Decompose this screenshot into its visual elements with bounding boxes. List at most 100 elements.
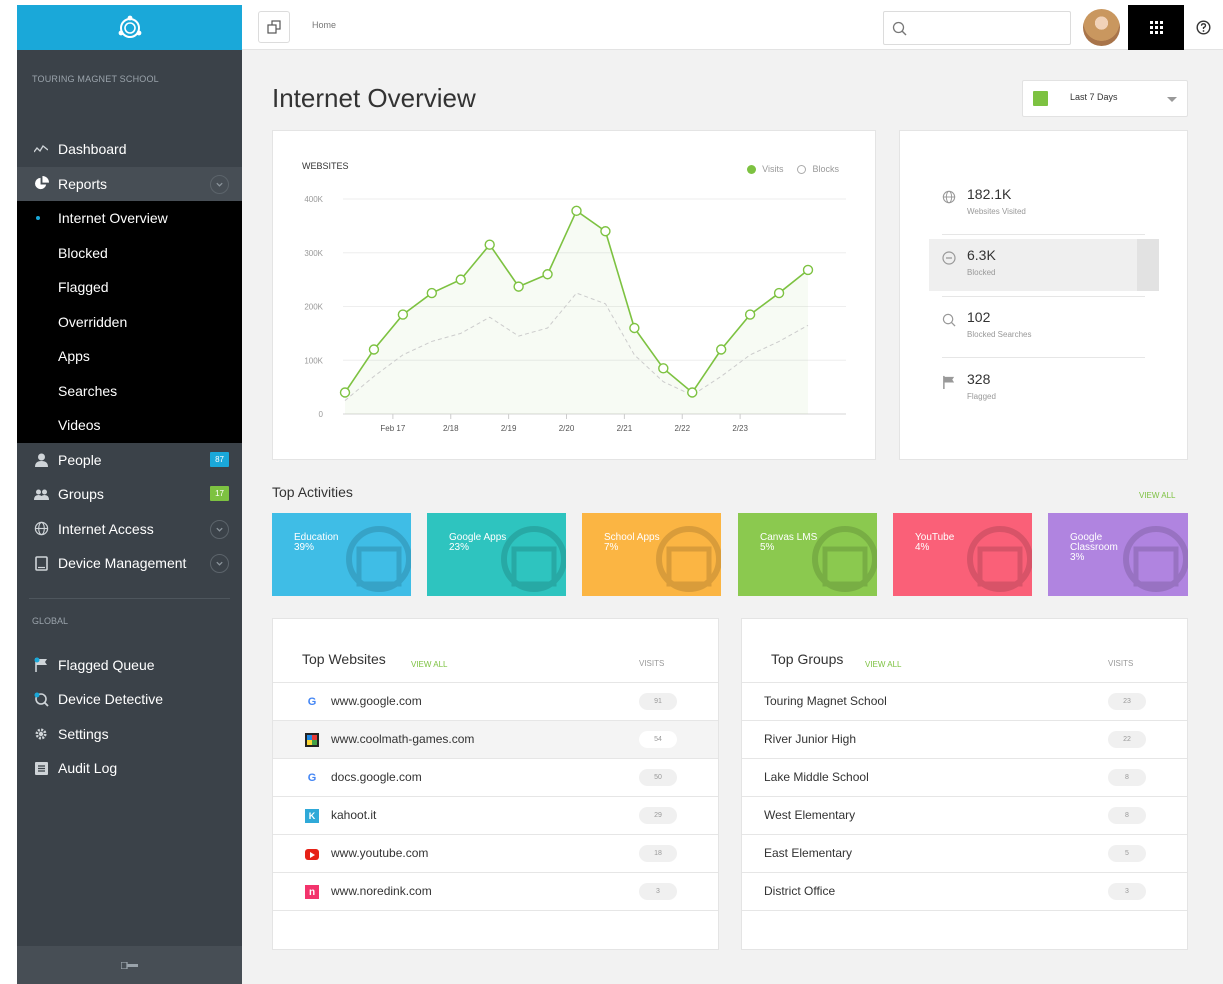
x-tick-label: Feb 17 [380,424,405,433]
table-row[interactable]: n www.noredink.com 3 [273,872,718,910]
sidebar-item-label: Device Detective [58,691,164,708]
sidebar-item-apps[interactable]: Apps [17,339,242,374]
visits-count: 50 [639,769,677,786]
chevron-down-icon[interactable] [210,554,229,573]
global-section-label: GLOBAL [32,615,69,626]
search-input[interactable] [883,11,1071,45]
sidebar-item-overridden[interactable]: Overridden [17,305,242,340]
visits-count: 8 [1108,807,1146,824]
table-row[interactable]: West Elementary 8 [742,796,1187,834]
apps-menu-button[interactable] [1128,5,1184,50]
table-row[interactable]: www.coolmath-games.com 54 [273,720,718,758]
groups-view-all-link[interactable]: VIEW ALL [865,660,901,669]
visits-point [629,322,640,334]
visits-point [513,281,524,292]
table-row[interactable]: Kkahoot.it 29 [273,796,718,834]
activities-view-all-link[interactable]: VIEW ALL [1139,491,1175,500]
table-row[interactable]: Gwww.google.com 91 [273,682,718,720]
sidebar-item-label: Internet Access [58,520,154,537]
sidebar-item-audit-log[interactable]: Audit Log [17,751,242,786]
sidebar-item-people[interactable]: People 87 [17,443,242,478]
sidebar-item-label: Internet Overview [58,210,168,227]
sidebar-item-internet-access[interactable]: Internet Access [17,512,242,547]
kahoot-icon: K [305,809,319,823]
visits-point [715,344,727,355]
activity-tile[interactable]: School Apps 7% [582,513,721,596]
table-row[interactable]: Gdocs.google.com 50 [273,758,718,796]
activity-tile[interactable]: Google Apps 23% [427,513,566,596]
logo[interactable] [17,5,242,50]
top-bar: Home [242,5,1223,50]
activity-tile[interactable]: Canvas LMS 5% [738,513,877,596]
sidebar-item-groups[interactable]: Groups 17 [17,477,242,512]
y-tick-label: 0 [319,410,324,419]
stat-blocked[interactable]: 6.3K Blocked [942,247,1145,309]
x-tick-label: 2/18 [443,424,459,433]
list-end-divider [742,910,1187,911]
sidebar-item-internet-overview[interactable]: Internet Overview [17,201,242,236]
table-row[interactable]: River Junior High 22 [742,720,1187,758]
sidebar-item-dashboard[interactable]: Dashboard [17,132,242,167]
group-name: West Elementary [764,808,856,822]
activity-bg-icon [812,526,877,592]
stat-divider [942,234,1145,235]
stat-flagged[interactable]: 328 Flagged [942,371,1145,433]
help-icon [1196,20,1211,35]
activity-tile[interactable]: Google Classroom 3% [1048,513,1188,596]
list-end-divider [273,910,718,911]
table-row[interactable]: District Office 3 [742,872,1187,910]
globe-icon [32,520,50,538]
sidebar-item-device-detective[interactable]: Device Detective [17,682,242,717]
table-row[interactable]: Touring Magnet School 23 [742,682,1187,720]
sidebar-item-blocked[interactable]: Blocked [17,236,242,271]
table-row[interactable]: www.youtube.com 18 [273,834,718,872]
activity-tile[interactable]: YouTube 4% [893,513,1032,596]
toggle-windows-button[interactable] [258,11,290,43]
visits-count: 3 [1108,883,1146,900]
visits-column-header: VISITS [1108,659,1134,668]
chevron-down-icon[interactable] [210,174,229,194]
website-name: kahoot.it [331,808,377,822]
visits-count: 22 [1108,731,1146,748]
google-icon: G [307,772,317,784]
visits-point [368,344,380,355]
sidebar-item-settings[interactable]: Settings [17,717,242,752]
stat-websites-visited[interactable]: 182.1K Websites Visited [942,186,1145,248]
stat-value: 6.3K [967,247,996,263]
collapse-sidebar-button[interactable] [17,946,242,984]
sidebar-item-label: People [58,451,102,468]
help-button[interactable] [1184,5,1223,50]
google-icon: G [307,696,317,708]
sidebar-item-flagged[interactable]: Flagged [17,270,242,305]
visits-point [426,287,438,299]
stat-value: 182.1K [967,186,1012,202]
visits-count: 91 [639,693,677,710]
website-name: www.google.com [331,694,422,708]
table-row[interactable]: East Elementary 5 [742,834,1187,872]
table-row[interactable]: Lake Middle School 8 [742,758,1187,796]
avatar[interactable] [1083,9,1120,46]
sidebar-item-videos[interactable]: Videos [17,408,242,443]
sidebar-item-device-management[interactable]: Device Management [17,546,242,581]
activity-tile[interactable]: Education 39% [272,513,411,596]
sidebar-item-label: Blocked [58,244,108,261]
sidebar-item-searches[interactable]: Searches [17,374,242,409]
group-name: Lake Middle School [764,770,869,784]
websites-view-all-link[interactable]: VIEW ALL [411,660,447,669]
breadcrumb[interactable]: Home [312,20,336,30]
date-range-select[interactable]: Last 7 Days [1022,80,1188,117]
sidebar-item-flagged-queue[interactable]: Flagged Queue [17,648,242,683]
chevron-down-icon[interactable] [210,519,229,539]
logo-icon [118,15,141,38]
visits-point [600,226,611,237]
people-count-badge: 87 [210,451,229,467]
y-tick-label: 300K [304,249,323,258]
minus-circle-icon [942,251,956,265]
sidebar-item-reports[interactable]: Reports [17,166,242,201]
visits-count: 23 [1108,693,1146,710]
org-name: TOURING MAGNET SCHOOL [32,74,159,84]
stat-blocked-searches[interactable]: 102 Blocked Searches [942,309,1145,371]
sidebar-item-label: Overridden [58,313,128,330]
active-indicator [36,216,40,220]
activity-bg-icon [1123,526,1188,592]
